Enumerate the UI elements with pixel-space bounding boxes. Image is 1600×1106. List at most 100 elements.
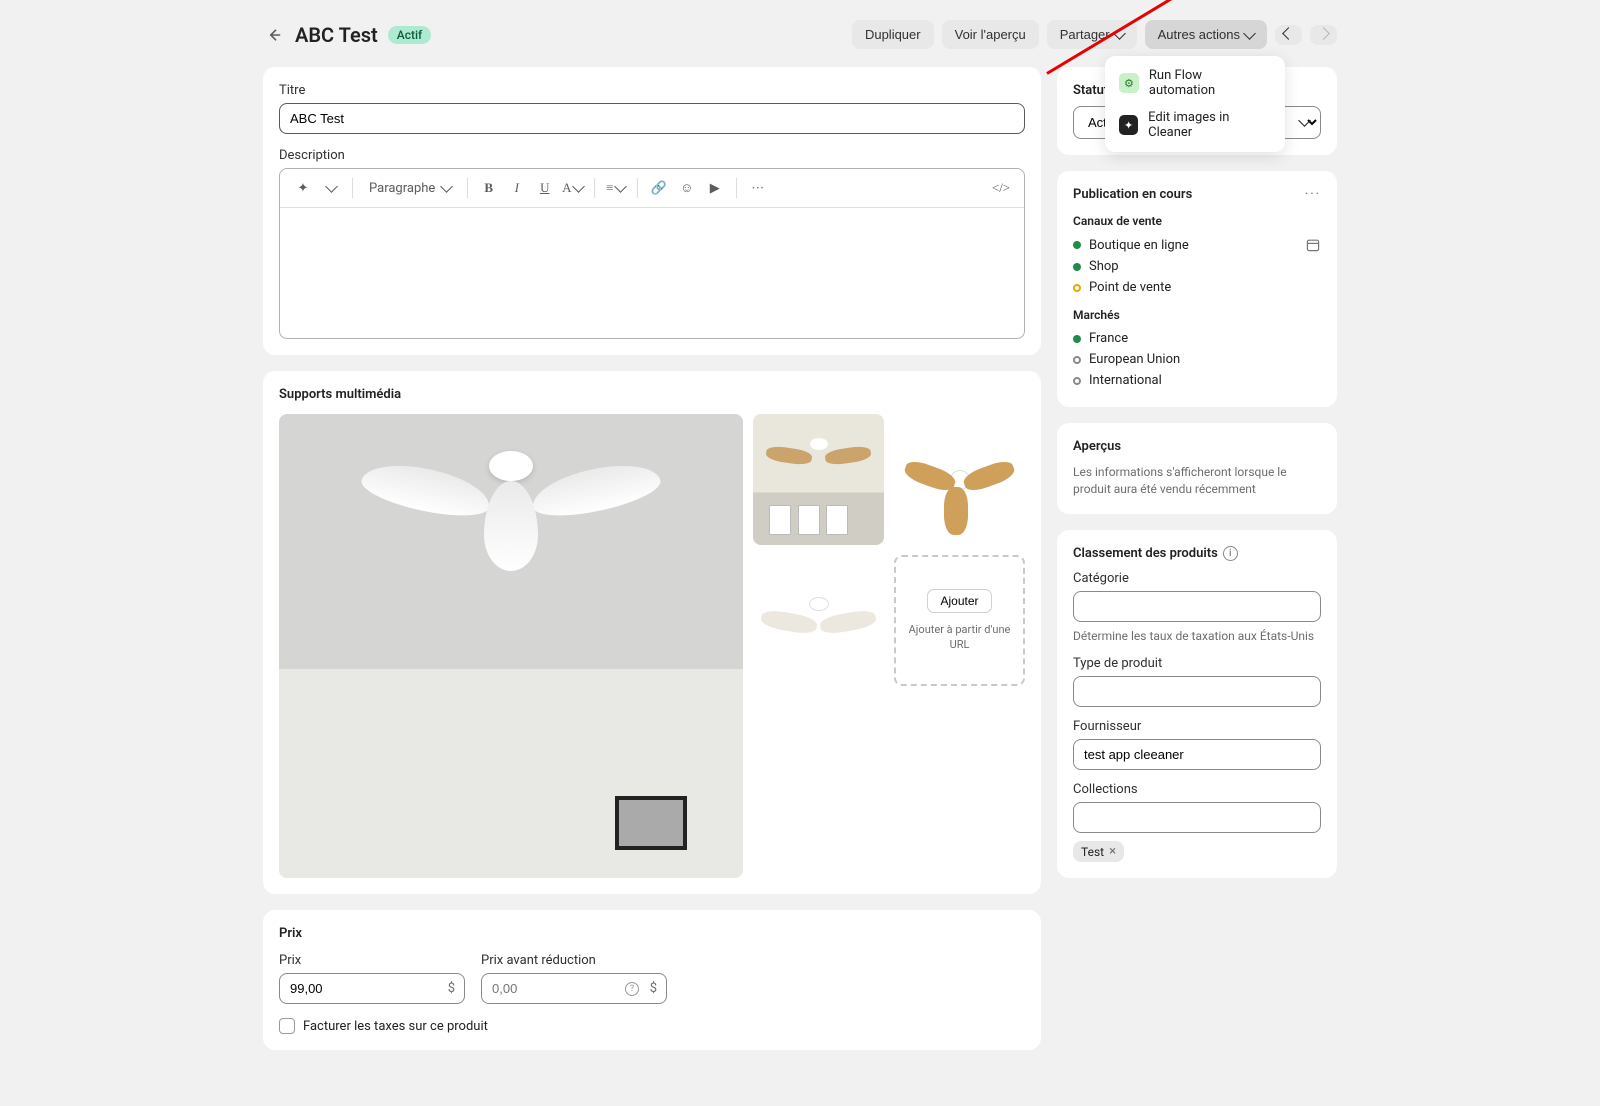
collections-label: Collections — [1073, 782, 1321, 797]
chevron-left-icon — [1282, 27, 1295, 40]
menu-item-label: Edit images in Cleaner — [1148, 110, 1271, 140]
duplicate-button[interactable]: Dupliquer — [852, 20, 934, 49]
prev-product-button[interactable] — [1275, 25, 1302, 45]
description-editor: ✦ Paragraphe B I U A ≡ 🔗 ☺ — [279, 168, 1025, 339]
chevron-down-icon — [615, 180, 628, 193]
paragraph-dropdown[interactable]: Paragraphe — [361, 175, 459, 201]
menu-edit-images[interactable]: ✦ Edit images in Cleaner — [1111, 104, 1279, 146]
title-input[interactable] — [279, 103, 1025, 134]
channel-pos[interactable]: Point de vente — [1073, 277, 1321, 298]
insights-heading: Aperçus — [1073, 439, 1321, 454]
next-product-button — [1310, 25, 1337, 45]
channel-shop[interactable]: Shop — [1073, 256, 1321, 277]
page-title: ABC Test — [295, 23, 378, 47]
insights-card: Aperçus Les informations s'afficheront l… — [1057, 423, 1337, 514]
info-icon[interactable]: i — [1223, 546, 1238, 561]
currency-symbol: $ — [650, 981, 657, 996]
flow-icon: ⚙ — [1119, 73, 1139, 93]
type-input[interactable] — [1073, 676, 1321, 707]
color-button[interactable]: A — [560, 175, 586, 201]
description-label: Description — [279, 148, 1025, 163]
ai-chevron[interactable] — [318, 175, 344, 201]
schedule-icon[interactable] — [1305, 237, 1321, 253]
title-label: Titre — [279, 83, 1025, 98]
video-button[interactable]: ▶ — [702, 175, 728, 201]
bold-button[interactable]: B — [476, 175, 502, 201]
media-card: Supports multimédia — [263, 371, 1041, 894]
link-button[interactable]: 🔗 — [646, 175, 672, 201]
more-actions-menu: ⚙ Run Flow automation ✦ Edit images in C… — [1105, 56, 1285, 152]
market-france[interactable]: France — [1073, 328, 1321, 349]
publication-menu-button[interactable]: ··· — [1305, 187, 1321, 202]
compare-price-input[interactable] — [481, 973, 667, 1004]
media-thumb-2[interactable] — [894, 414, 1025, 545]
chevron-down-icon — [440, 180, 453, 193]
tax-checkbox[interactable] — [279, 1018, 295, 1034]
status-dot-icon — [1073, 335, 1081, 343]
collection-tag[interactable]: Test × — [1073, 841, 1124, 862]
media-thumb-3[interactable] — [753, 555, 884, 686]
more-actions-button[interactable]: Autres actions — [1145, 20, 1267, 49]
more-label: Autres actions — [1158, 27, 1240, 42]
tax-checkbox-label: Facturer les taxes sur ce produit — [303, 1019, 488, 1034]
chevron-down-icon — [1243, 27, 1256, 40]
category-input[interactable] — [1073, 591, 1321, 622]
market-intl[interactable]: International — [1073, 370, 1321, 391]
market-eu[interactable]: European Union — [1073, 349, 1321, 370]
chevron-right-icon — [1317, 27, 1330, 40]
status-dot-icon — [1073, 284, 1081, 292]
info-icon[interactable]: ? — [625, 982, 639, 996]
chevron-down-icon — [325, 180, 338, 193]
price-input[interactable] — [279, 973, 465, 1004]
align-button[interactable]: ≡ — [603, 175, 629, 201]
add-media-button[interactable]: Ajouter — [927, 589, 991, 613]
remove-tag-icon[interactable]: × — [1109, 844, 1116, 859]
html-button[interactable]: </> — [988, 175, 1014, 201]
category-label: Catégorie — [1073, 571, 1321, 586]
insights-text: Les informations s'afficheront lorsque l… — [1073, 464, 1321, 498]
chevron-down-icon — [1113, 27, 1126, 40]
vendor-label: Fournisseur — [1073, 719, 1321, 734]
currency-symbol: $ — [448, 981, 455, 996]
description-body[interactable] — [280, 208, 1024, 338]
menu-item-label: Run Flow automation — [1149, 68, 1271, 98]
type-label: Type de produit — [1073, 656, 1321, 671]
status-dot-icon — [1073, 263, 1081, 271]
category-help: Détermine les taux de taxation aux États… — [1073, 628, 1321, 645]
publication-card: Publication en cours ··· Canaux de vente… — [1057, 171, 1337, 407]
vendor-input[interactable] — [1073, 739, 1321, 770]
ai-button[interactable]: ✦ — [290, 175, 316, 201]
media-add-tile[interactable]: Ajouter Ajouter à partir d'une URL — [894, 555, 1025, 686]
add-from-url-link[interactable]: Ajouter à partir d'une URL — [906, 623, 1013, 653]
channels-label: Canaux de vente — [1073, 214, 1321, 228]
status-dot-icon — [1073, 241, 1081, 249]
share-button[interactable]: Partager — [1047, 20, 1137, 49]
organization-card: Classement des produits i Catégorie Déte… — [1057, 530, 1337, 879]
media-thumb-1[interactable] — [753, 414, 884, 545]
price-label: Prix — [279, 953, 465, 968]
publication-heading: Publication en cours — [1073, 187, 1192, 202]
pricing-heading: Prix — [279, 926, 1025, 941]
media-main-image[interactable] — [279, 414, 743, 878]
image-button[interactable]: ☺ — [674, 175, 700, 201]
channel-online-store[interactable]: Boutique en ligne — [1073, 234, 1321, 256]
cleaner-icon: ✦ — [1119, 115, 1138, 135]
status-badge: Actif — [388, 26, 432, 44]
status-label: Statut — [1073, 83, 1108, 98]
markets-label: Marchés — [1073, 308, 1321, 322]
status-dot-icon — [1073, 377, 1081, 385]
collections-input[interactable] — [1073, 802, 1321, 833]
menu-run-flow[interactable]: ⚙ Run Flow automation — [1111, 62, 1279, 104]
pricing-card: Prix Prix $ Prix avant réduction ? — [263, 910, 1041, 1050]
preview-button[interactable]: Voir l'aperçu — [942, 20, 1039, 49]
tag-label: Test — [1081, 845, 1104, 859]
organization-heading: Classement des produits i — [1073, 546, 1321, 561]
back-button[interactable] — [263, 24, 285, 46]
share-label: Partager — [1060, 27, 1110, 42]
compare-price-label: Prix avant réduction — [481, 953, 667, 968]
more-format-button[interactable]: ··· — [745, 175, 771, 201]
status-dot-icon — [1073, 356, 1081, 364]
italic-button[interactable]: I — [504, 175, 530, 201]
title-description-card: Titre Description ✦ Paragraphe B I U A — [263, 67, 1041, 355]
underline-button[interactable]: U — [532, 175, 558, 201]
